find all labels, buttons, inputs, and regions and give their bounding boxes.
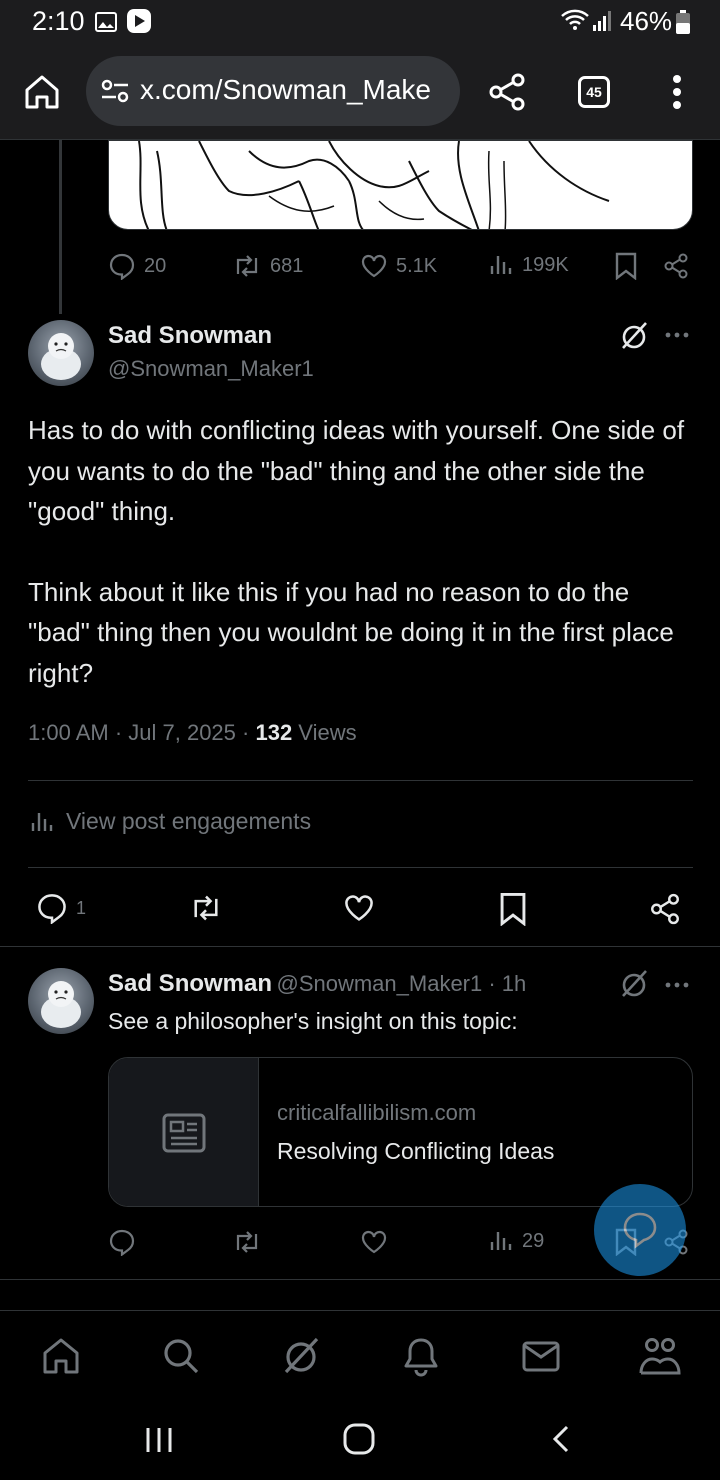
engagements-label: View post engagements [66,808,312,834]
thread-line [59,140,62,314]
reply-count: 1 [76,897,87,918]
link-preview-card[interactable]: criticalfallibilism.com Resolving Confli… [108,1057,693,1207]
link-domain: criticalfallibilism.com [277,1100,477,1125]
play-store-icon [126,8,152,34]
divider [28,780,693,781]
nav-notifications-icon[interactable] [400,1335,442,1377]
nav-grok-icon[interactable] [280,1335,322,1377]
reply-author-name[interactable]: Sad Snowman [108,970,272,997]
like-count: 5.1K [396,254,438,277]
compose-icon [623,1212,657,1249]
battery-percent: 46% [620,6,673,36]
tab-count: 45 [586,84,602,100]
reply-button[interactable]: 20 [108,252,166,280]
reply-count: 20 [144,254,167,277]
view-engagements-link[interactable]: View post engagements [30,808,311,835]
bookmark-icon[interactable] [614,252,638,280]
post-more-icon[interactable] [664,330,690,340]
post-actions: 1 [36,892,686,926]
like-button[interactable]: 5.1K [360,252,437,280]
signal-icon [592,10,614,32]
status-bar: 2:10 46% [0,0,720,44]
views-button[interactable]: 29 [488,1228,544,1254]
reply-view-count: 29 [522,1229,545,1252]
post-view-count: 132 [255,720,293,745]
repost-icon[interactable] [232,1228,262,1256]
reply-author-avatar[interactable] [28,968,94,1034]
nav-messages-icon[interactable] [520,1335,562,1377]
view-count: 199K [522,253,569,276]
reply-header: Sad Snowman @Snowman_Maker1 · 1h [108,970,526,998]
reply-handle-time[interactable]: @Snowman_Maker1 · 1h [276,971,526,996]
bookmark-icon[interactable] [498,892,528,926]
analytics-icon [490,1232,512,1250]
article-icon [162,1113,205,1153]
reply-icon [109,253,135,280]
author-handle[interactable]: @Snowman_Maker1 [108,356,314,382]
divider [0,1279,720,1280]
reply-button[interactable]: 1 [36,892,86,924]
nav-search-icon[interactable] [160,1335,202,1377]
wifi-icon [560,8,590,32]
compose-reply-button[interactable] [594,1184,686,1276]
share-post-icon[interactable] [648,892,682,926]
repost-icon[interactable] [188,892,224,924]
heart-icon [361,254,387,278]
post-paragraph-2: Think about it like this if you had no r… [28,576,674,688]
grok-icon[interactable] [618,320,650,352]
status-time: 2:10 [32,6,85,36]
system-navigation-bar [0,1400,720,1480]
divider [0,946,720,947]
post-paragraph-1: Has to do with conflicting ideas with yo… [28,415,685,526]
author-name[interactable]: Sad Snowman [108,322,272,350]
snowman-avatar-image [41,333,81,380]
recent-apps-icon[interactable] [144,1426,174,1454]
link-title: Resolving Conflicting Ideas [277,1138,555,1164]
reply-more-icon[interactable] [664,980,690,990]
share-icon[interactable] [488,72,526,112]
home-icon[interactable] [22,72,62,112]
author-avatar[interactable] [28,320,94,386]
reply-icon[interactable] [108,1228,136,1256]
nav-communities-icon[interactable] [638,1335,682,1377]
snowman-avatar-image [41,981,81,1028]
battery-icon [676,10,690,34]
heart-icon[interactable] [342,892,376,924]
heart-icon[interactable] [360,1228,388,1256]
link-thumbnail [109,1058,259,1206]
repost-icon [236,255,258,277]
url-text[interactable]: x.com/Snowman_Make [140,74,431,106]
divider [28,867,693,868]
bottom-navigation [0,1310,720,1400]
analytics-icon [31,812,53,831]
reply-icon [38,894,66,924]
post-image[interactable] [108,140,693,230]
prev-post-actions: 20 681 5.1K 199K [108,252,693,282]
post-timestamp[interactable]: 1:00 AM · Jul 7, 2025 · [28,720,255,745]
sketch-illustration [138,141,610,229]
tab-switcher-button[interactable]: 45 [578,76,610,108]
repost-button[interactable]: 681 [232,252,303,280]
post-meta: 1:00 AM · Jul 7, 2025 · 132 Views [28,720,357,746]
back-icon[interactable] [550,1424,572,1454]
nav-home-icon[interactable] [40,1335,82,1377]
url-bar[interactable]: x.com/Snowman_Make [86,56,460,126]
system-home-icon[interactable] [342,1422,376,1456]
browser-toolbar: x.com/Snowman_Make 45 [0,44,720,140]
site-settings-icon[interactable] [100,78,130,104]
analytics-icon [490,256,512,274]
reply-text: See a philosopher's insight on this topi… [108,1008,518,1034]
more-menu-icon[interactable] [670,74,684,110]
grok-icon[interactable] [618,968,650,1000]
repost-count: 681 [270,254,304,277]
share-post-icon[interactable] [662,252,690,280]
views-button[interactable]: 199K [488,252,569,278]
gallery-icon [94,10,118,34]
views-label: Views [292,720,357,745]
post-text: Has to do with conflicting ideas with yo… [28,410,692,733]
